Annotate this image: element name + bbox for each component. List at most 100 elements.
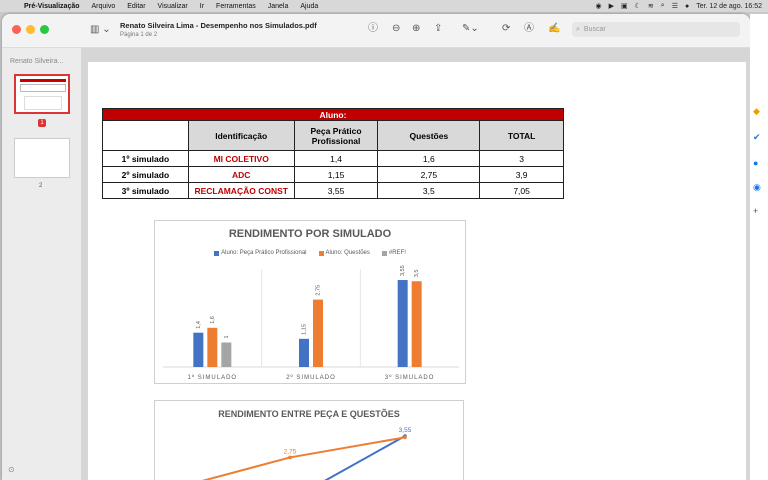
data-label: 3,55: [400, 265, 406, 276]
title-bar: ▥ ⌄ Renato Silveira Lima - Desempenho no…: [2, 14, 750, 48]
thumbnail-sidebar: Renato Silveira... 1 2 ⊙: [2, 48, 82, 480]
x-tick-label: 3º SIMULADO: [385, 374, 435, 381]
line-chart-plot: 3,55 2,75: [201, 427, 412, 480]
search-placeholder: Buscar: [583, 26, 606, 33]
x-tick-label: 1º SIMULADO: [188, 374, 238, 381]
row-identificacao: RECLAMAÇÃO CONST: [187, 182, 295, 199]
header-peca: Peça Prático Profissional: [293, 120, 379, 151]
map-icon[interactable]: ◉: [753, 182, 761, 193]
sidebar-options-icon[interactable]: ⊙: [8, 465, 15, 474]
row-peca: 1,4: [293, 150, 379, 167]
menu-janela[interactable]: Janela: [262, 3, 295, 10]
row-questoes: 3,5: [377, 182, 481, 199]
zoom-in-icon[interactable]: ⊕: [412, 23, 420, 35]
menu-ir[interactable]: Ir: [194, 3, 210, 10]
page-thumbnail-1[interactable]: [14, 74, 70, 114]
bar: [193, 332, 204, 367]
bar: [397, 280, 408, 367]
thumb-table: [20, 84, 66, 92]
data-label: 3,5: [414, 270, 420, 278]
series-point: [288, 455, 292, 460]
data-label: 1: [224, 335, 230, 338]
share-icon[interactable]: ⇪: [434, 23, 442, 35]
grades-table: Aluno: Identificação Peça Prático Profis…: [102, 108, 564, 199]
moon-icon[interactable]: ☾: [635, 2, 641, 10]
rotate-icon[interactable]: ⟳: [502, 23, 510, 35]
table-row: 3º simulado RECLAMAÇÃO CONST 3,55 3,5 7,…: [102, 182, 564, 199]
data-label: 2,75: [315, 285, 321, 296]
clock[interactable]: Ter. 12 de ago. 16:52: [696, 3, 762, 10]
page-number-1: 1: [38, 119, 46, 127]
wifi-icon[interactable]: ≋: [648, 2, 654, 10]
row-peca: 3,55: [293, 182, 379, 199]
bar-chart-plot: 1,4 1,6 1 1º SIMULADO 1,15 2,75 2º SIMULADO 3,5…: [163, 265, 459, 381]
page-thumbnail-2[interactable]: [14, 138, 70, 178]
markup-pen-icon[interactable]: ✎⌄: [462, 23, 479, 35]
bar: [207, 327, 218, 367]
search-icon[interactable]: ⌕: [661, 2, 665, 10]
sidebar-toggle-icon[interactable]: ▥ ⌄: [90, 24, 111, 35]
check-icon[interactable]: ✔: [753, 132, 761, 143]
row-label: 2º simulado: [102, 166, 189, 183]
zoom-out-icon[interactable]: ⊖: [392, 23, 400, 35]
bookmark-icon[interactable]: ◆: [753, 106, 760, 117]
info-icon[interactable]: ⓘ: [368, 23, 378, 35]
minimize-button[interactable]: [26, 25, 35, 34]
row-label: 3º simulado: [102, 182, 189, 199]
annotate-icon[interactable]: Ⓐ: [524, 23, 534, 35]
series-point: [403, 435, 407, 440]
control-center-icon[interactable]: ☰: [672, 2, 678, 10]
x-tick-label: 2º SIMULADO: [286, 374, 336, 381]
app-icon[interactable]: ▣: [621, 2, 628, 10]
add-icon[interactable]: +: [753, 206, 758, 216]
header-total: TOTAL: [479, 120, 564, 151]
search-field[interactable]: ⌕ Buscar: [572, 22, 740, 37]
data-label: 2,75: [284, 448, 297, 455]
bar-chart: RENDIMENTO POR SIMULADO Aluno: Peça Prát…: [154, 220, 466, 384]
row-peca: 1,15: [293, 166, 379, 183]
search-icon: ⌕: [576, 25, 580, 33]
bar: [299, 338, 309, 367]
person-icon[interactable]: ●: [753, 158, 758, 168]
thumb-chart: [24, 96, 62, 110]
header-questoes: Questões: [377, 120, 481, 151]
preview-window: ▥ ⌄ Renato Silveira Lima - Desempenho no…: [2, 14, 750, 480]
document-title: Renato Silveira Lima - Desempenho nos Si…: [120, 21, 317, 30]
row-identificacao: MI COLETIVO: [187, 150, 295, 167]
thumb-header: [20, 79, 66, 82]
pdf-page: Aluno: Identificação Peça Prático Profis…: [88, 62, 746, 480]
line-chart: RENDIMENTO ENTRE PEÇA E QUESTÕES 3,55 2,7…: [154, 400, 464, 480]
menu-visualizar[interactable]: Visualizar: [152, 3, 194, 10]
data-label: 1,15: [301, 324, 307, 335]
row-identificacao: ADC: [187, 166, 295, 183]
siri-icon[interactable]: ●: [685, 3, 689, 10]
zoom-button[interactable]: [40, 25, 49, 34]
page-number-2: 2: [39, 183, 43, 189]
menu-editar[interactable]: Editar: [121, 3, 151, 10]
data-label: 1,4: [196, 321, 202, 329]
menu-app-name[interactable]: Pré-Visualização: [18, 3, 86, 10]
data-label: 3,55: [399, 427, 412, 434]
menu-ferramentas[interactable]: Ferramentas: [210, 3, 262, 10]
menu-arquivo[interactable]: Arquivo: [86, 3, 122, 10]
bar: [313, 299, 323, 367]
data-label: 1,6: [210, 316, 216, 324]
row-label: 1º simulado: [102, 150, 189, 167]
sidebar-title: Renato Silveira...: [10, 58, 64, 65]
row-total: 7,05: [479, 182, 564, 199]
extension-icon[interactable]: ◉: [596, 2, 602, 10]
signature-icon[interactable]: ✍: [548, 23, 560, 35]
row-total: 3,9: [479, 166, 564, 183]
menu-ajuda[interactable]: Ajuda: [294, 3, 324, 10]
table-row: 1º simulado MI COLETIVO 1,4 1,6 3: [102, 150, 564, 167]
header-identificacao: Identificação: [187, 120, 295, 151]
aluno-header: Aluno:: [102, 108, 564, 121]
play-icon[interactable]: ▶: [609, 2, 614, 10]
header-blank: [102, 120, 189, 151]
bar: [411, 281, 422, 367]
row-questoes: 2,75: [377, 166, 481, 183]
document-area[interactable]: Aluno: Identificação Peça Prático Profis…: [82, 48, 750, 480]
status-area: ◉ ▶ ▣ ☾ ≋ ⌕ ☰ ● Ter. 12 de ago. 16:52: [596, 2, 768, 10]
menu-bar: Pré-Visualização Arquivo Editar Visualiz…: [0, 0, 768, 12]
close-button[interactable]: [12, 25, 21, 34]
